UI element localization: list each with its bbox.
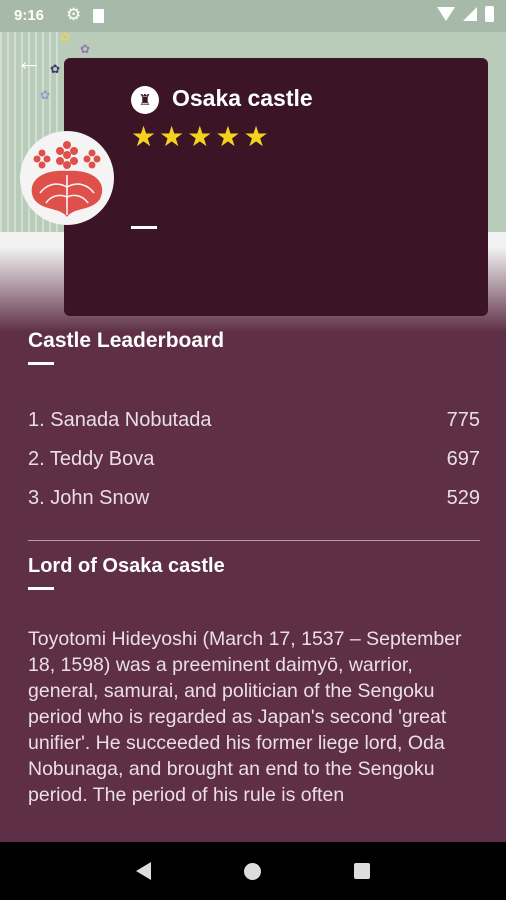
status-time: 9:16 [14,7,45,24]
castle-title: Osaka castle [172,85,313,111]
leaderboard-list: 1. Sanada Nobutada 775 2. Teddy Bova 697… [28,401,480,518]
star-icon: ★ [215,121,241,152]
leaderboard-row[interactable]: 1. Sanada Nobutada 775 [28,401,480,440]
title-underline [28,587,54,590]
wifi-icon [437,7,455,21]
leaderboard-row[interactable]: 2. Teddy Bova 697 [28,440,480,479]
player-score: 697 [446,448,480,470]
nav-back-icon[interactable] [136,862,152,880]
paulownia-crest-icon [20,131,114,225]
rating-stars: ★ ★ ★ ★ ★ [131,122,269,152]
player-name: 2. Teddy Bova [28,448,155,470]
navigation-bar [0,842,506,900]
flower-decoration-icon: ✿ [50,62,61,76]
battery-icon [485,6,494,22]
lord-description: Toyotomi Hideyoshi (March 17, 1537 – Sep… [28,628,462,806]
star-icon: ★ [159,121,185,152]
main-content: Castle Leaderboard 1. Sanada Nobutada 77… [28,326,480,808]
player-name: 3. John Snow [28,487,150,509]
signal-icon [463,7,477,21]
sd-card-icon [93,9,104,23]
star-icon: ★ [187,121,213,152]
player-score: 529 [446,487,480,509]
settings-gear-icon: ⚙ [66,5,82,24]
player-name: 1. Sanada Nobutada [28,409,212,431]
player-score: 775 [446,409,480,431]
status-bar: 9:16 ⚙ [0,0,506,32]
nav-home-icon[interactable] [243,862,261,880]
nav-recents-icon[interactable] [353,863,370,879]
leaderboard-row[interactable]: 3. John Snow 529 [28,479,480,518]
star-icon: ★ [131,121,157,152]
title-underline [28,362,54,365]
section-divider [28,540,480,541]
flower-decoration-icon: ✿ [80,42,91,56]
star-icon: ★ [243,121,269,152]
castle-icon: ♜ [131,86,159,114]
flower-decoration-icon: ✿ [60,30,71,44]
card-divider [131,226,157,229]
back-arrow-icon[interactable]: ← [16,46,46,76]
flower-decoration-icon: ✿ [40,88,51,102]
castle-card: ♜ Osaka castle ★ ★ ★ ★ ★ [64,58,488,316]
lord-title: Lord of Osaka castle [28,555,225,577]
leaderboard-title: Castle Leaderboard [28,329,225,352]
